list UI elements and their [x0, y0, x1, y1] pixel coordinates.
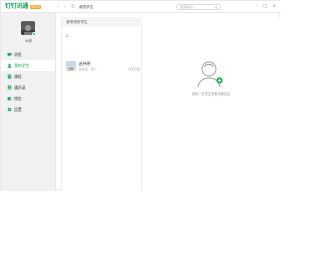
sidebar-menu: 消息 我的学生 课程 通讯录 钱包 设置	[1, 49, 55, 115]
maximize-button[interactable]: □	[263, 3, 267, 11]
forward-button[interactable]: ›	[64, 3, 66, 11]
sidebar-item-course[interactable]: 课程	[1, 71, 55, 82]
search-placeholder: 搜索联系人	[180, 5, 196, 9]
username: 木棉	[25, 39, 32, 43]
app-logo: 钉钉讯通 BETA	[5, 3, 41, 11]
contact-avatar	[66, 61, 76, 71]
sidebar-item-students[interactable]: 我的学生	[1, 60, 55, 71]
logo-text: 钉钉讯通	[5, 3, 29, 10]
sidebar-item-label: 钱包	[14, 95, 22, 101]
window-controls: – □ ×	[256, 3, 276, 11]
message-icon	[7, 53, 12, 57]
close-button[interactable]: ×	[272, 3, 276, 11]
online-status-dot	[32, 32, 36, 36]
search-icon	[215, 5, 218, 9]
sidebar-item-label: 我的学生	[14, 62, 30, 68]
course-icon	[7, 74, 12, 79]
student-list-header: 我带领的学生	[62, 17, 143, 27]
sidebar-item-wallet[interactable]: 钱包	[1, 93, 55, 104]
settings-icon	[7, 107, 12, 112]
page-title: 我的学生	[79, 5, 94, 9]
contact-status: 今天已读	[127, 67, 140, 71]
index-letter: Z	[66, 34, 69, 38]
title-bar: 钉钉讯通 BETA ‹ › ↻ 我的学生 搜索联系人 – □ ×	[1, 1, 281, 13]
empty-state-text: 选择一位学生查看详细信息	[191, 92, 231, 96]
app-window: 钉钉讯通 BETA ‹ › ↻ 我的学生 搜索联系人 – □ × 木棉 消息 我…	[0, 0, 281, 191]
sidebar-item-settings[interactable]: 设置	[1, 104, 55, 115]
sidebar: 木棉 消息 我的学生 课程 通讯录 钱包 设置	[1, 13, 56, 191]
minimize-button[interactable]: –	[256, 3, 258, 11]
back-button[interactable]: ‹	[57, 3, 59, 11]
search-input[interactable]: 搜索联系人	[176, 4, 221, 10]
refresh-button[interactable]: ↻	[71, 3, 75, 11]
beta-badge: BETA	[30, 5, 41, 9]
sidebar-item-contacts[interactable]: 通讯录	[1, 82, 55, 93]
sidebar-item-label: 课程	[14, 73, 22, 79]
sidebar-item-messages[interactable]: 消息	[1, 49, 55, 60]
list-item[interactable]: 赵伟明 班主任 · 高一 今天已读	[62, 59, 143, 75]
sidebar-item-label: 通讯录	[14, 84, 26, 90]
detail-panel: 选择一位学生查看详细信息	[142, 17, 280, 191]
empty-user-icon	[197, 61, 223, 88]
contact-subtitle: 班主任 · 高一	[79, 67, 97, 71]
sidebar-item-label: 消息	[14, 51, 22, 57]
students-icon	[7, 63, 12, 68]
sidebar-item-label: 设置	[14, 106, 22, 112]
student-list-panel: 我带领的学生 Z 赵伟明 班主任 · 高一 今天已读	[61, 17, 143, 191]
wallet-icon	[7, 97, 12, 101]
contacts-icon	[7, 85, 12, 90]
contact-avatar-image	[66, 66, 76, 71]
